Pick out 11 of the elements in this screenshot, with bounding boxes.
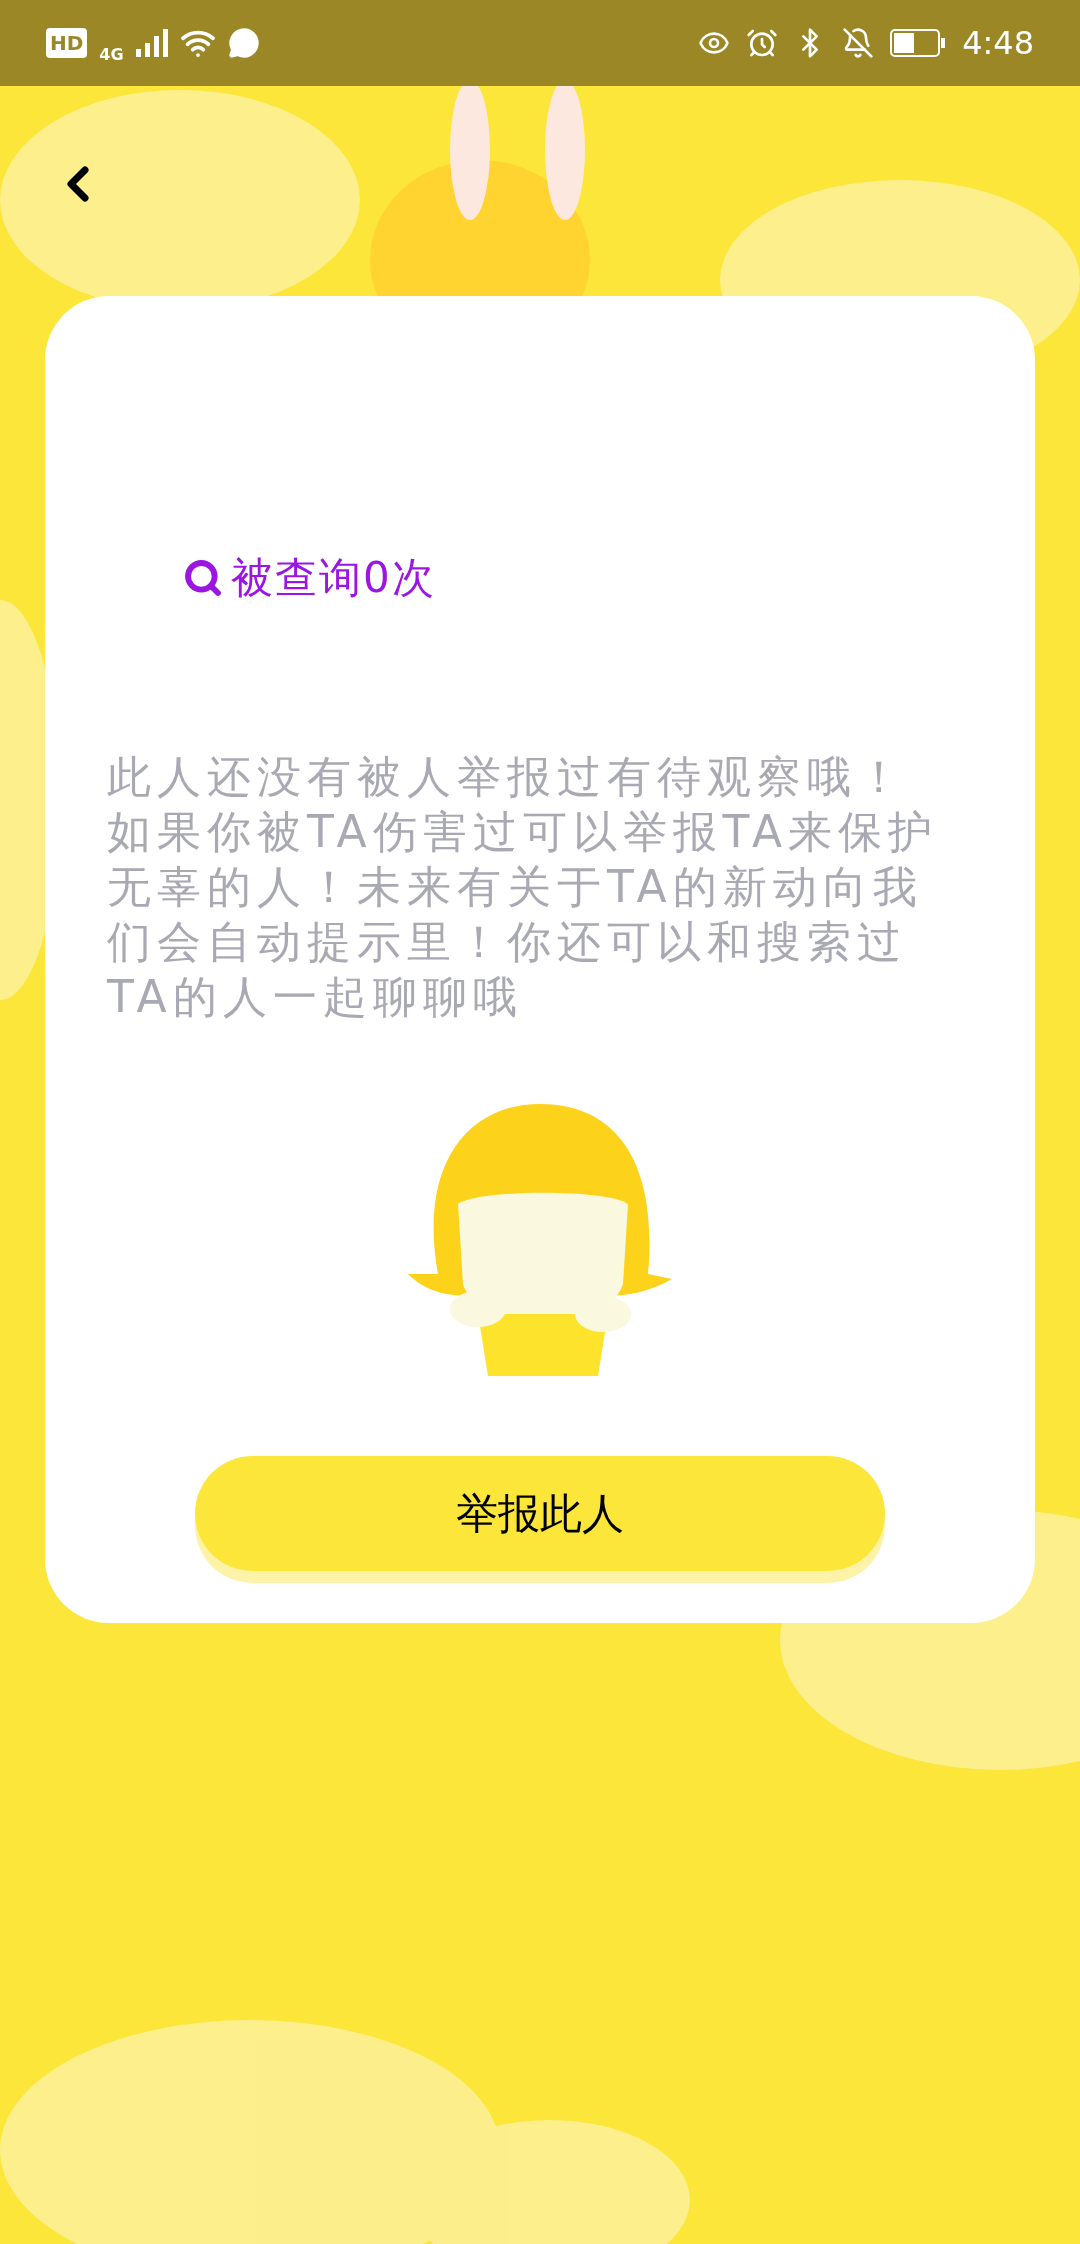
bell-off-icon — [842, 27, 875, 59]
signal-icon — [135, 29, 168, 57]
message-text: 此人还没有被人举报过有待观察哦！如果你被TA伤害过可以举报TA来保护无辜的人！未来有关于TA的新动向我们会自动提示里！你还可以和搜索过TA的人一起聊聊哦 — [107, 750, 940, 1024]
chat-icon — [227, 27, 260, 59]
query-count-text: 被查询0次 — [231, 552, 436, 604]
battery-icon — [890, 29, 947, 57]
hd-indicator: HD — [46, 28, 88, 58]
alarm-icon — [746, 27, 779, 59]
search-icon — [183, 557, 223, 598]
clock-time: 4:48 — [962, 23, 1034, 64]
network-type: 4G — [99, 44, 124, 66]
